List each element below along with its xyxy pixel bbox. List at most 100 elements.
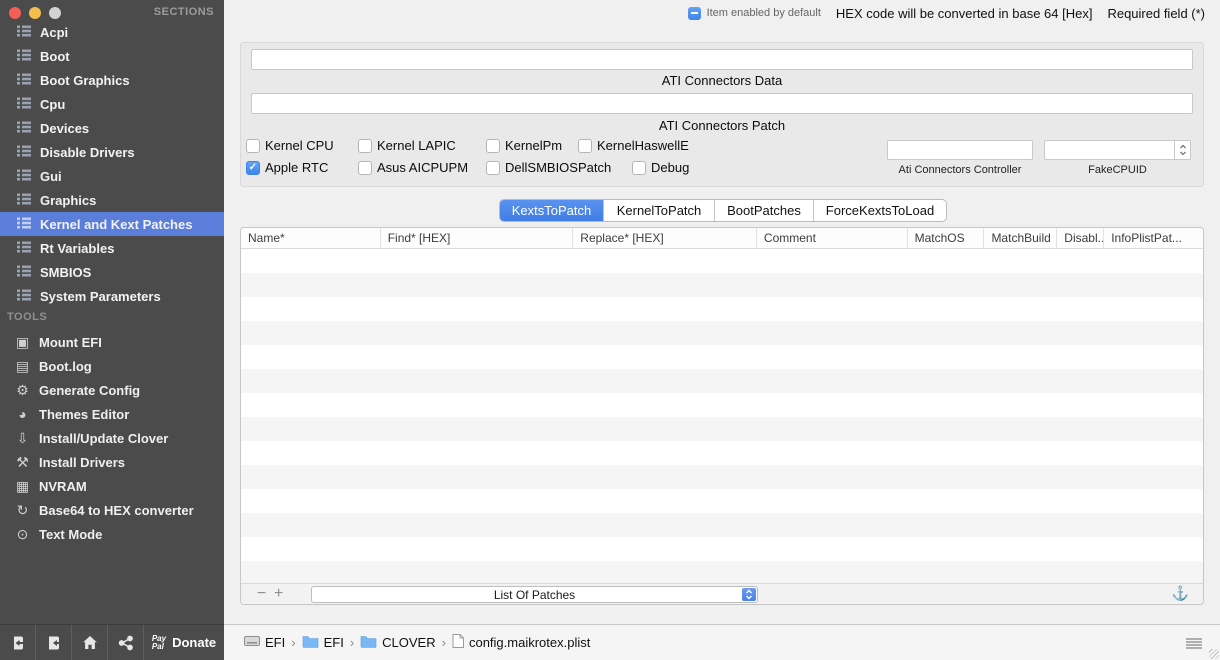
checkbox-dellsmbiospatch[interactable]: DellSMBIOSPatch	[486, 160, 611, 175]
table-row[interactable]	[241, 441, 1203, 465]
checkbox-box[interactable]	[486, 160, 500, 175]
table-row[interactable]	[241, 417, 1203, 441]
column-header-comment[interactable]: Comment	[757, 228, 908, 248]
tab-kextstopatch[interactable]: KextsToPatch	[500, 200, 604, 221]
column-header-infoplistpat[interactable]: InfoPlistPat...	[1104, 228, 1203, 248]
sidebar-item-system-parameters[interactable]: System Parameters	[0, 284, 224, 308]
ati-connectors-data-label: ATI Connectors Data	[661, 73, 783, 88]
sidebar-tool-boot-log[interactable]: ▤ Boot.log	[0, 354, 224, 378]
status-bar: EFI › EFI › CLOVER › config.maikrotex.plist	[224, 624, 1220, 660]
sidebar-tool-install-drivers[interactable]: ⚒ Install Drivers	[0, 450, 224, 474]
tool-label: Mount EFI	[39, 334, 102, 350]
sidebar-item-boot[interactable]: Boot	[0, 44, 224, 68]
fakecpuid-stepper[interactable]	[1174, 141, 1190, 159]
checkbox-box[interactable]	[632, 160, 646, 175]
column-header-disabl[interactable]: Disabl...	[1057, 228, 1105, 248]
sidebar-item-cpu[interactable]: Cpu	[0, 92, 224, 116]
table-row[interactable]	[241, 297, 1203, 321]
tab-kerneltopatch[interactable]: KernelToPatch	[604, 200, 715, 221]
folder-icon	[360, 635, 377, 651]
tab-bootpatches[interactable]: BootPatches	[715, 200, 814, 221]
main-content: Item enabled by default HEX code will be…	[224, 0, 1220, 660]
column-header-matchbuild[interactable]: MatchBuild	[984, 228, 1058, 248]
column-header-find-hex[interactable]: Find* [HEX]	[381, 228, 574, 248]
table-row[interactable]	[241, 345, 1203, 369]
sidebar-tool-text-mode[interactable]: ⊙ Text Mode	[0, 522, 224, 546]
column-header-matchos[interactable]: MatchOS	[908, 228, 985, 248]
sidebar-item-boot-graphics[interactable]: Boot Graphics	[0, 68, 224, 92]
table-row[interactable]	[241, 561, 1203, 585]
table-row[interactable]	[241, 537, 1203, 561]
checkbox-box[interactable]	[246, 138, 260, 153]
sidebar-item-acpi[interactable]: Acpi	[0, 20, 224, 44]
sections-list: Acpi Boot Boot Graphics Cpu Devices Disable D…	[0, 20, 224, 308]
minimize-window-button[interactable]	[29, 7, 41, 19]
breadcrumb-item-efi[interactable]: EFI	[244, 634, 285, 651]
breadcrumb-item-clover[interactable]: CLOVER	[360, 635, 436, 651]
checkbox-kernel-lapic[interactable]: Kernel LAPIC	[358, 138, 456, 153]
file-icon	[452, 634, 464, 651]
export-config-button[interactable]	[36, 625, 72, 660]
import-config-button[interactable]	[0, 625, 36, 660]
sidebar-item-gui[interactable]: Gui	[0, 164, 224, 188]
menu-icon[interactable]	[1186, 638, 1202, 649]
tab-forcekextstoload[interactable]: ForceKextsToLoad	[814, 200, 946, 221]
ati-connectors-patch-input[interactable]	[251, 93, 1193, 114]
tools-header: TOOLS	[7, 311, 48, 323]
checkbox-box[interactable]	[358, 160, 372, 175]
checkbox-apple-rtc[interactable]: ✓ Apple RTC	[246, 160, 328, 175]
sidebar-tool-generate-config[interactable]: ⚙ Generate Config	[0, 378, 224, 402]
mount-efi-icon: ▣	[15, 333, 30, 350]
tool-label: Install Drivers	[39, 454, 125, 470]
breadcrumb-item-config-maikrotex-plist[interactable]: config.maikrotex.plist	[452, 634, 590, 651]
anchor-icon[interactable]: ⚓	[1172, 585, 1189, 602]
list-icon	[17, 97, 31, 112]
add-row-button[interactable]: +	[274, 584, 283, 604]
table-row[interactable]	[241, 321, 1203, 345]
list-of-patches-dropdown[interactable]: List Of Patches	[311, 586, 758, 603]
checkbox-box[interactable]: ✓	[246, 160, 260, 175]
close-window-button[interactable]	[9, 7, 21, 19]
sidebar-item-kernel-and-kext-patches[interactable]: Kernel and Kext Patches	[0, 212, 224, 236]
sidebar-tool-nvram[interactable]: ▦ NVRAM	[0, 474, 224, 498]
ati-connectors-controller-input[interactable]	[887, 140, 1033, 160]
sidebar-item-rt-variables[interactable]: Rt Variables	[0, 236, 224, 260]
table-row[interactable]	[241, 249, 1203, 273]
table-row[interactable]	[241, 489, 1203, 513]
list-icon	[17, 145, 31, 160]
sidebar-item-graphics[interactable]: Graphics	[0, 188, 224, 212]
fakecpuid-input[interactable]	[1044, 140, 1191, 160]
text-mode-icon: ⊙	[16, 525, 29, 542]
ati-connectors-controller-label: Ati Connectors Controller	[898, 164, 1022, 176]
checkbox-box[interactable]	[578, 138, 592, 153]
column-header-name[interactable]: Name*	[241, 228, 381, 248]
sidebar-item-smbios[interactable]: SMBIOS	[0, 260, 224, 284]
ati-connectors-data-input[interactable]	[251, 49, 1193, 70]
table-row[interactable]	[241, 393, 1203, 417]
sidebar-item-devices[interactable]: Devices	[0, 116, 224, 140]
checkbox-asus-aicpupm[interactable]: Asus AICPUPM	[358, 160, 468, 175]
checkbox-kernelpm[interactable]: KernelPm	[486, 138, 562, 153]
column-header-replace-hex[interactable]: Replace* [HEX]	[573, 228, 757, 248]
donate-button[interactable]: Pay Pal Donate	[144, 625, 224, 660]
table-row[interactable]	[241, 273, 1203, 297]
sidebar-tool-install-update-clover[interactable]: ⇩ Install/Update Clover	[0, 426, 224, 450]
checkbox-box[interactable]	[486, 138, 500, 153]
checkbox-kernelhaswelle[interactable]: KernelHaswellE	[578, 138, 689, 153]
table-row[interactable]	[241, 465, 1203, 489]
checkbox-debug[interactable]: Debug	[632, 160, 689, 175]
sidebar-tool-base64-to-hex-converter[interactable]: ↻ Base64 to HEX converter	[0, 498, 224, 522]
resize-grip[interactable]	[1209, 649, 1219, 659]
remove-row-button[interactable]: −	[257, 584, 266, 604]
sidebar-tool-themes-editor[interactable]: ◕ Themes Editor	[0, 402, 224, 426]
sidebar-tool-mount-efi[interactable]: ▣ Mount EFI	[0, 330, 224, 354]
checkbox-box[interactable]	[358, 138, 372, 153]
home-button[interactable]	[72, 625, 108, 660]
sidebar-item-disable-drivers[interactable]: Disable Drivers	[0, 140, 224, 164]
zoom-window-button[interactable]	[49, 7, 61, 19]
checkbox-kernel-cpu[interactable]: Kernel CPU	[246, 138, 334, 153]
breadcrumb-item-efi[interactable]: EFI	[302, 635, 344, 651]
table-row[interactable]	[241, 513, 1203, 537]
share-button[interactable]	[108, 625, 144, 660]
table-row[interactable]	[241, 369, 1203, 393]
